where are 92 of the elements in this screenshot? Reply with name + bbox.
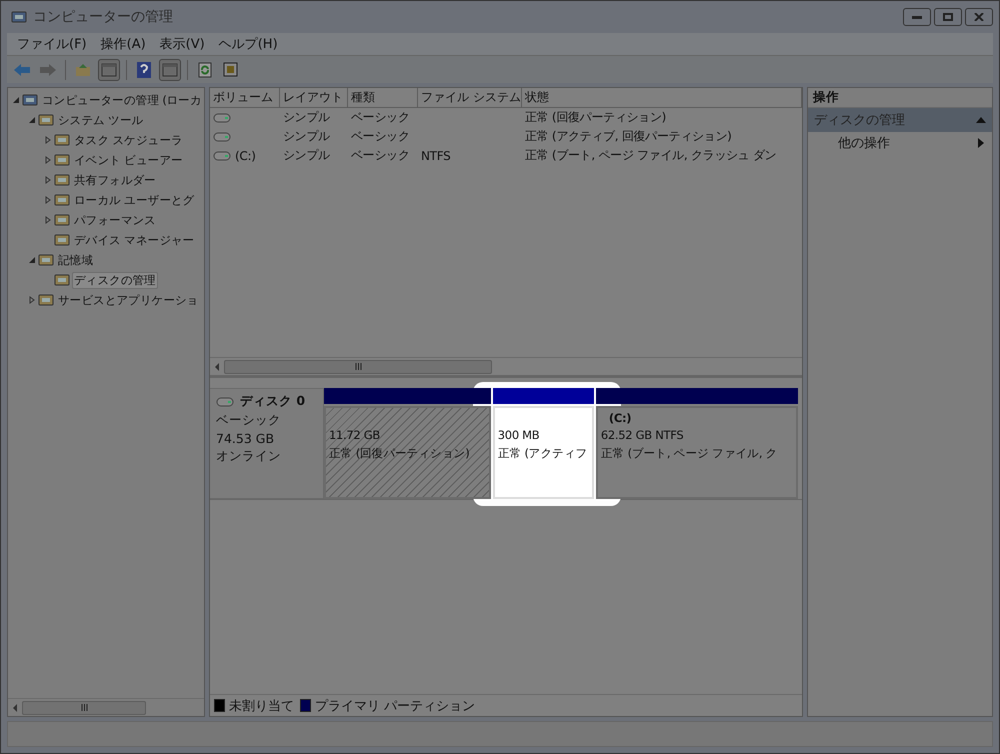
collapsed-arrow-icon[interactable] xyxy=(44,176,52,184)
action-item[interactable]: 他の操作 xyxy=(808,132,992,154)
minimize-button[interactable] xyxy=(903,8,931,26)
scroll-grip-icon xyxy=(354,363,362,370)
tree-item[interactable]: サービスとアプリケーショ xyxy=(56,292,200,308)
table-cell-text: シンプル xyxy=(282,147,331,164)
collapsed-arrow-icon[interactable] xyxy=(44,156,52,164)
partition-size: 11.72 GB xyxy=(329,427,381,444)
partition-block[interactable]: 11.72 GB 正常 (回復パーティション) xyxy=(324,406,491,499)
tree-item[interactable]: システム ツール xyxy=(56,112,146,128)
folder-icon xyxy=(38,112,54,128)
menu-item[interactable]: ヘルプ(H) xyxy=(218,35,278,53)
menu-item[interactable]: 表示(V) xyxy=(160,35,205,53)
minimize-icon xyxy=(912,16,922,18)
submenu-arrow-icon xyxy=(978,138,984,148)
partition-block[interactable]: 300 MB 正常 (アクティフ xyxy=(492,406,594,499)
folder-icon xyxy=(54,212,70,228)
folder-icon xyxy=(75,62,91,76)
disk-size: 74.53 GB xyxy=(216,431,276,446)
table-cell-text: シンプル xyxy=(282,128,331,145)
table-cell-text: シンプル xyxy=(282,109,331,126)
tree-item[interactable]: コンピューターの管理 (ローカ xyxy=(40,92,204,108)
folder-icon xyxy=(54,192,70,208)
table-cell-text: NTFS xyxy=(420,149,450,163)
table-cell: (C:) xyxy=(235,148,256,162)
drive-icon xyxy=(213,132,231,142)
menu-item[interactable]: ファイル(F) xyxy=(17,35,87,53)
legend-label: プライマリ パーティション xyxy=(315,698,476,714)
folder-icon xyxy=(54,152,70,168)
partition-size: 300 MB xyxy=(498,427,540,444)
window-title: コンピューターの管理 xyxy=(33,8,173,26)
expanded-arrow-icon[interactable] xyxy=(28,256,36,264)
partition-label: (C:) xyxy=(608,410,632,426)
tree-item[interactable]: 共有フォルダー xyxy=(72,172,158,188)
column-header[interactable]: 種類 xyxy=(348,88,418,108)
maximize-icon xyxy=(943,13,953,21)
table-cell-text: ベーシック xyxy=(350,147,411,164)
collapsed-arrow-icon[interactable] xyxy=(28,296,36,304)
collapsed-arrow-icon[interactable] xyxy=(44,216,52,224)
scroll-left-arrow-icon[interactable] xyxy=(214,362,220,370)
close-button[interactable] xyxy=(965,8,993,26)
column-header[interactable]: ファイル システム xyxy=(418,88,522,108)
disk-type: ベーシック xyxy=(216,412,282,429)
partition-status: 正常 (回復パーティション) xyxy=(329,445,470,462)
partition-status: 正常 (ブート, ページ ファイル, ク xyxy=(600,445,778,462)
collapse-arrow-icon[interactable] xyxy=(976,117,986,123)
computer-icon xyxy=(11,9,27,25)
close-icon xyxy=(974,13,984,21)
computer-icon xyxy=(22,92,38,108)
horizontal-scrollbar[interactable] xyxy=(210,357,802,375)
expanded-arrow-icon[interactable] xyxy=(28,116,36,124)
table-cell-text: 正常 (アクティブ, 回復パーティション) xyxy=(524,128,733,145)
folder-icon xyxy=(54,132,70,148)
menu-item[interactable]: 操作(A) xyxy=(100,35,146,53)
table-cell-text: 正常 (回復パーティション) xyxy=(524,109,667,126)
partition-block[interactable]: (C:) 62.52 GB NTFS 正常 (ブート, ページ ファイル, ク xyxy=(596,406,798,499)
console-tree-button[interactable] xyxy=(98,58,120,80)
table-cell-text: ベーシック xyxy=(350,109,411,126)
drive-icon xyxy=(213,112,231,122)
drive-icon xyxy=(213,150,231,160)
folder-icon xyxy=(54,172,70,188)
tree-item[interactable]: イベント ビューアー xyxy=(72,152,185,168)
partition-size: 62.52 GB NTFS xyxy=(600,427,684,444)
tree-item[interactable]: パフォーマンス xyxy=(72,212,158,228)
collapsed-arrow-icon[interactable] xyxy=(44,136,52,144)
disk-name: ディスク 0 xyxy=(240,393,306,410)
collapsed-arrow-icon[interactable] xyxy=(44,196,52,204)
scroll-grip-icon xyxy=(80,704,88,711)
partition-status: 正常 (アクティフ xyxy=(498,445,588,462)
table-cell-text: ベーシック xyxy=(350,128,411,145)
legend-label: 未割り当て xyxy=(229,698,294,714)
horizontal-scrollbar[interactable] xyxy=(8,698,204,716)
tree-item[interactable]: ローカル ユーザーとグ xyxy=(72,192,196,208)
tree-item[interactable]: ディスクの管理 xyxy=(72,272,158,288)
maximize-button[interactable] xyxy=(934,8,962,26)
tree-item[interactable]: デバイス マネージャー xyxy=(72,232,196,248)
column-header[interactable]: 状態 xyxy=(522,88,802,108)
expanded-arrow-icon[interactable] xyxy=(12,96,20,104)
folder-icon xyxy=(54,232,70,248)
folder-icon xyxy=(38,252,54,268)
action-pane-button[interactable] xyxy=(159,58,181,80)
folder-icon xyxy=(38,292,54,308)
column-header[interactable]: レイアウト xyxy=(280,88,348,108)
actions-section-header[interactable]: ディスクの管理 xyxy=(808,108,992,132)
table-cell-text: 正常 (ブート, ページ ファイル, クラッシュ ダン xyxy=(524,147,778,164)
folder-icon xyxy=(54,272,70,288)
column-header[interactable]: ボリューム xyxy=(210,88,280,108)
disk-state: オンライン xyxy=(216,448,282,465)
drive-icon xyxy=(216,396,234,406)
tree-item[interactable]: 記憶域 xyxy=(56,252,96,268)
tree-item[interactable]: タスク スケジューラ xyxy=(72,132,185,148)
scroll-left-arrow-icon[interactable] xyxy=(12,704,18,712)
